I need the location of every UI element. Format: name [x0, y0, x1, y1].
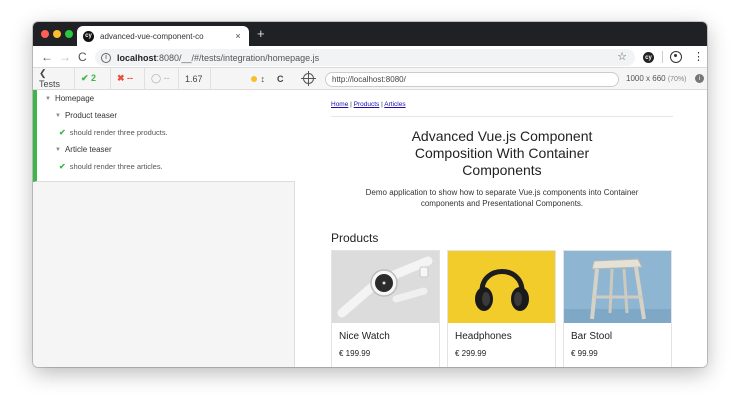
group-article-teaser[interactable]: ▼ Article teaser — [55, 145, 112, 154]
headphones-image — [448, 251, 555, 323]
product-name: Bar Stool — [571, 331, 613, 342]
title-bar: cy advanced-vue-component-co × + — [33, 22, 707, 46]
reload-icon[interactable]: C — [78, 50, 87, 64]
check-icon: ✔ — [59, 162, 66, 171]
back-arrow-icon[interactable]: ← — [41, 50, 53, 64]
nav-divider — [331, 116, 673, 117]
product-card[interactable]: Bar Stool € 99.99 — [563, 250, 672, 367]
app-page: Home | Products | Articles Advanced Vue.… — [295, 90, 707, 367]
runner-sidebar: ▼ Homepage ▼ Product teaser ✔ should ren… — [33, 90, 295, 367]
check-icon: ✔ — [59, 128, 66, 137]
minimize-window-button[interactable] — [53, 30, 61, 38]
bookmark-star-icon[interactable]: ☆ — [617, 50, 627, 63]
page-title: Advanced Vue.js Component Composition Wi… — [411, 128, 593, 178]
viewport-info-icon[interactable]: i — [695, 74, 704, 83]
group-title: Product teaser — [64, 111, 117, 120]
forward-arrow-icon[interactable]: → — [59, 50, 71, 64]
auto-scroll-toggle[interactable]: ↕ — [211, 68, 271, 90]
suite-homepage[interactable]: ▼ Homepage — [45, 94, 94, 103]
selector-playground-icon[interactable] — [301, 71, 316, 86]
url-field[interactable]: i localhost :8080/__/#/tests/integration… — [95, 49, 635, 66]
account-icon[interactable] — [670, 51, 682, 63]
product-price: € 199.99 — [339, 349, 371, 358]
group-title: Article teaser — [64, 145, 112, 154]
run-duration: 1.67 — [179, 67, 211, 90]
product-card[interactable]: Headphones € 299.99 — [447, 250, 556, 367]
product-price: € 299.99 — [455, 349, 487, 358]
products-heading: Products — [331, 231, 379, 245]
aut-header: http://localhost:8080/ 1000 x 660 (70%) … — [295, 68, 707, 90]
aut-url-field[interactable]: http://localhost:8080/ — [325, 72, 619, 87]
test-row[interactable]: ✔ should render three articles. — [59, 162, 163, 171]
collapse-caret-icon[interactable]: ▼ — [45, 96, 51, 102]
nav-link-articles[interactable]: Articles — [384, 101, 405, 108]
browser-window: cy advanced-vue-component-co × + ← → C i… — [33, 22, 707, 367]
product-name: Nice Watch — [339, 331, 390, 342]
status-dot-icon — [250, 75, 257, 82]
viewport-dimensions: 1000 x 660 — [626, 74, 666, 83]
toolbar-divider — [662, 51, 663, 63]
test-title: should render three products. — [69, 128, 168, 137]
product-price: € 99.99 — [571, 349, 598, 358]
watch-image — [332, 251, 439, 323]
cypress-extension-icon[interactable]: cy — [643, 52, 654, 63]
nav-link-products[interactable]: Products — [354, 101, 380, 108]
site-info-icon[interactable]: i — [101, 52, 111, 63]
viewport-scale: (70%) — [667, 76, 687, 83]
url-path: :8080/__/#/tests/integration/homepage.js — [156, 52, 320, 63]
pending-count[interactable]: ◯ -- — [145, 67, 179, 90]
nav-link-home[interactable]: Home — [331, 101, 348, 108]
collapse-caret-icon[interactable]: ▼ — [55, 147, 61, 153]
viewport-size: 1000 x 660 (70%) — [626, 74, 687, 83]
suite-title: Homepage — [54, 94, 95, 103]
tab-title: advanced-vue-component-co — [100, 31, 204, 41]
test-title: should render three articles. — [69, 162, 163, 171]
rerun-icon[interactable]: C — [271, 68, 295, 90]
tests-back-button[interactable]: ❮ Tests — [33, 67, 75, 90]
product-card[interactable]: Nice Watch € 199.99 — [331, 250, 440, 367]
new-tab-button[interactable]: + — [257, 27, 265, 41]
product-name: Headphones — [455, 331, 512, 342]
test-tree: ▼ Homepage ▼ Product teaser ✔ should ren… — [33, 90, 295, 182]
url-host: localhost — [117, 52, 157, 63]
bar-stool-image — [564, 251, 671, 323]
page-lead: Demo application to show how to separate… — [365, 188, 639, 208]
aut-iframe: Home | Products | Articles Advanced Vue.… — [295, 90, 707, 367]
browser-tab[interactable]: cy advanced-vue-component-co × — [77, 26, 249, 46]
close-tab-icon[interactable]: × — [233, 31, 243, 41]
group-product-teaser[interactable]: ▼ Product teaser — [55, 111, 117, 120]
close-window-button[interactable] — [41, 30, 49, 38]
address-bar: ← → C i localhost :8080/__/#/tests/integ… — [33, 46, 707, 68]
browser-menu-icon[interactable]: ⋮ — [693, 50, 704, 63]
app-nav: Home | Products | Articles — [331, 101, 406, 108]
cypress-favicon-icon: cy — [83, 30, 94, 42]
failed-count[interactable]: ✖ -- — [111, 67, 145, 90]
test-row[interactable]: ✔ should render three products. — [59, 128, 168, 137]
passed-count[interactable]: ✔ 2 — [75, 67, 111, 90]
maximize-window-button[interactable] — [65, 30, 73, 38]
collapse-caret-icon[interactable]: ▼ — [55, 113, 61, 119]
runner-header: ❮ Tests ✔ 2 ✖ -- ◯ -- 1.67 ↕ C — [33, 67, 295, 90]
scroll-arrows-icon: ↕ — [260, 73, 266, 84]
